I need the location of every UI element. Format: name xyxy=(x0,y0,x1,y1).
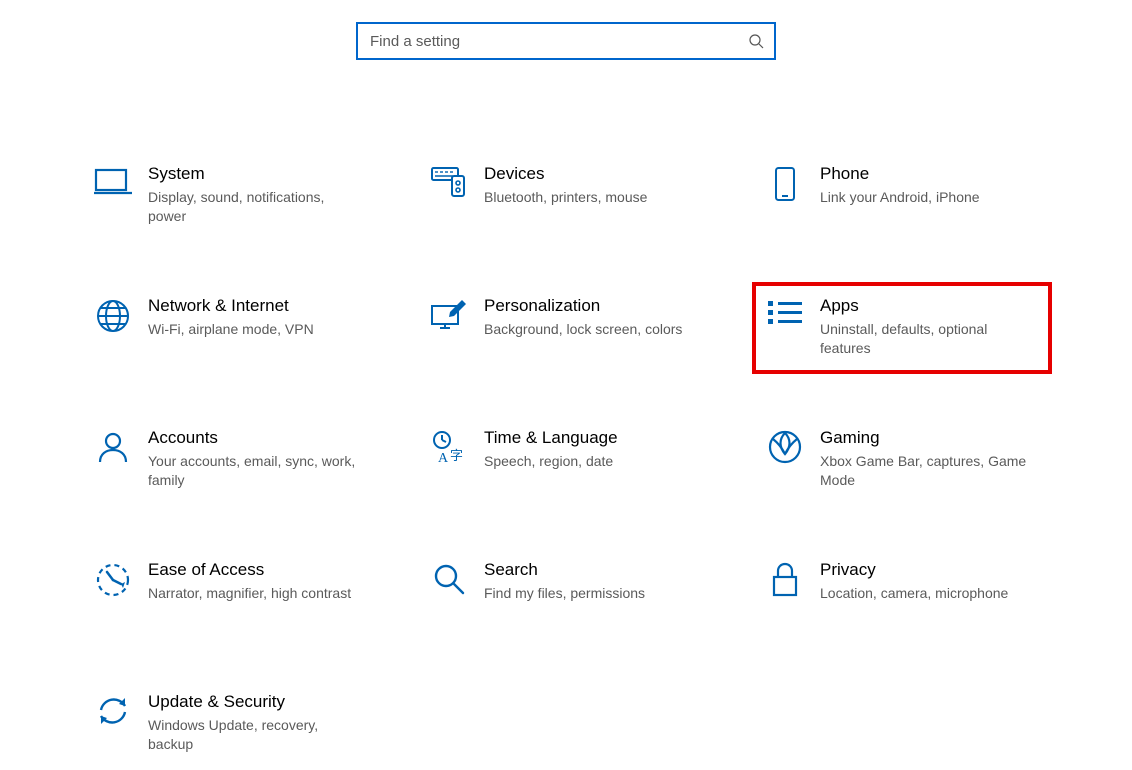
tile-title: Privacy xyxy=(820,560,1038,580)
tile-desc: Bluetooth, printers, mouse xyxy=(484,188,702,207)
search-row xyxy=(0,22,1132,60)
tile-desc: Uninstall, defaults, optional features xyxy=(820,320,1038,358)
update-icon xyxy=(88,692,138,728)
search-input[interactable] xyxy=(368,32,748,51)
tile-system[interactable]: System Display, sound, notifications, po… xyxy=(80,150,380,242)
tile-time-language[interactable]: A 字 Time & Language Speech, region, date xyxy=(416,414,716,506)
devices-icon xyxy=(424,164,474,200)
svg-text:A: A xyxy=(438,451,449,464)
gaming-icon xyxy=(760,428,810,464)
tile-desc: Narrator, magnifier, high contrast xyxy=(148,584,366,603)
tile-accounts[interactable]: Accounts Your accounts, email, sync, wor… xyxy=(80,414,380,506)
person-icon xyxy=(88,428,138,464)
tile-desc: Display, sound, notifications, power xyxy=(148,188,366,226)
tile-network[interactable]: Network & Internet Wi-Fi, airplane mode,… xyxy=(80,282,380,374)
tile-title: Search xyxy=(484,560,702,580)
tile-title: Personalization xyxy=(484,296,702,316)
tile-title: Time & Language xyxy=(484,428,702,448)
settings-grid: System Display, sound, notifications, po… xyxy=(80,150,1052,770)
tile-phone[interactable]: Phone Link your Android, iPhone xyxy=(752,150,1052,242)
tile-privacy[interactable]: Privacy Location, camera, microphone xyxy=(752,546,1052,638)
tile-text: Update & Security Windows Update, recove… xyxy=(138,692,366,754)
tile-title: Phone xyxy=(820,164,1038,184)
tile-desc: Find my files, permissions xyxy=(484,584,702,603)
tile-gaming[interactable]: Gaming Xbox Game Bar, captures, Game Mod… xyxy=(752,414,1052,506)
tile-text: Privacy Location, camera, microphone xyxy=(810,560,1038,603)
tile-text: Devices Bluetooth, printers, mouse xyxy=(474,164,702,207)
phone-icon xyxy=(760,164,810,202)
tile-update-security[interactable]: Update & Security Windows Update, recove… xyxy=(80,678,380,770)
tile-desc: Xbox Game Bar, captures, Game Mode xyxy=(820,452,1038,490)
tile-desc: Windows Update, recovery, backup xyxy=(148,716,366,754)
lock-icon xyxy=(760,560,810,598)
tile-text: Apps Uninstall, defaults, optional featu… xyxy=(810,296,1038,358)
search-category-icon xyxy=(424,560,474,596)
search-icon xyxy=(748,33,764,49)
tile-text: Time & Language Speech, region, date xyxy=(474,428,702,471)
personalization-icon xyxy=(424,296,474,330)
apps-icon xyxy=(760,296,810,328)
tile-title: Update & Security xyxy=(148,692,366,712)
tile-text: Search Find my files, permissions xyxy=(474,560,702,603)
tile-text: System Display, sound, notifications, po… xyxy=(138,164,366,226)
tile-desc: Background, lock screen, colors xyxy=(484,320,702,339)
settings-home: System Display, sound, notifications, po… xyxy=(0,0,1132,770)
tile-title: System xyxy=(148,164,366,184)
time-language-icon: A 字 xyxy=(424,428,474,464)
tile-text: Accounts Your accounts, email, sync, wor… xyxy=(138,428,366,490)
tile-ease-of-access[interactable]: Ease of Access Narrator, magnifier, high… xyxy=(80,546,380,638)
tile-title: Devices xyxy=(484,164,702,184)
tile-search[interactable]: Search Find my files, permissions xyxy=(416,546,716,638)
tile-title: Ease of Access xyxy=(148,560,366,580)
tile-title: Gaming xyxy=(820,428,1038,448)
tile-desc: Wi-Fi, airplane mode, VPN xyxy=(148,320,366,339)
tile-text: Phone Link your Android, iPhone xyxy=(810,164,1038,207)
system-icon xyxy=(88,164,138,196)
tile-desc: Speech, region, date xyxy=(484,452,702,471)
tile-text: Ease of Access Narrator, magnifier, high… xyxy=(138,560,366,603)
tile-devices[interactable]: Devices Bluetooth, printers, mouse xyxy=(416,150,716,242)
tile-text: Personalization Background, lock screen,… xyxy=(474,296,702,339)
tile-text: Network & Internet Wi-Fi, airplane mode,… xyxy=(138,296,366,339)
tile-desc: Your accounts, email, sync, work, family xyxy=(148,452,366,490)
search-box[interactable] xyxy=(356,22,776,60)
globe-icon xyxy=(88,296,138,334)
tile-title: Network & Internet xyxy=(148,296,366,316)
tile-desc: Location, camera, microphone xyxy=(820,584,1038,603)
tile-personalization[interactable]: Personalization Background, lock screen,… xyxy=(416,282,716,374)
tile-apps[interactable]: Apps Uninstall, defaults, optional featu… xyxy=(752,282,1052,374)
tile-desc: Link your Android, iPhone xyxy=(820,188,1038,207)
tile-title: Accounts xyxy=(148,428,366,448)
ease-of-access-icon xyxy=(88,560,138,598)
tile-title: Apps xyxy=(820,296,1038,316)
svg-text:字: 字 xyxy=(450,448,463,463)
tile-text: Gaming Xbox Game Bar, captures, Game Mod… xyxy=(810,428,1038,490)
